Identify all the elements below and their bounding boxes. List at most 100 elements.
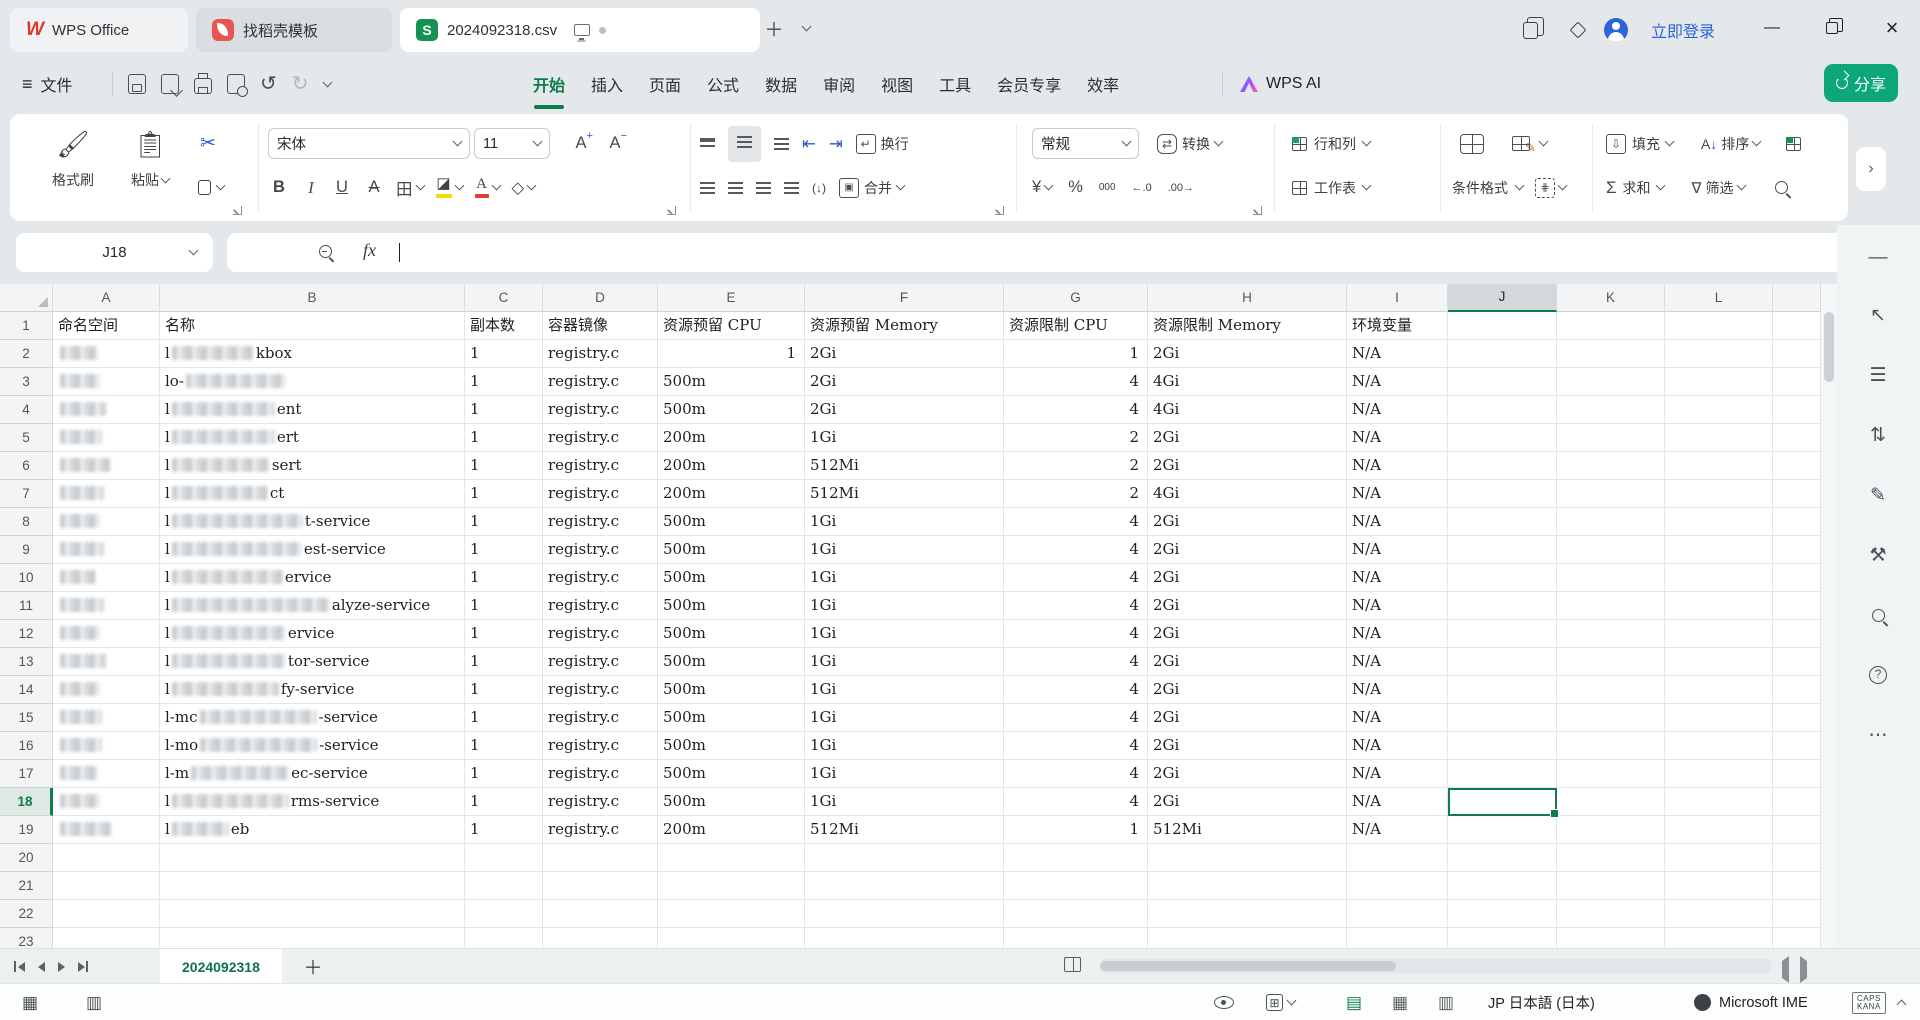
cell-E8[interactable]: 500m — [658, 508, 805, 536]
conditional-format-button[interactable]: 条件格式 — [1452, 178, 1508, 198]
quickbar-more-icon[interactable] — [322, 77, 332, 87]
cell-M15[interactable] — [1773, 704, 1821, 732]
cell-A7[interactable] — [53, 480, 160, 508]
cell-A9[interactable] — [53, 536, 160, 564]
cell-B10[interactable]: l ervice — [160, 564, 465, 592]
cell-J8[interactable] — [1448, 508, 1557, 536]
cell-D13[interactable]: registry.c — [543, 648, 658, 676]
cell-K9[interactable] — [1557, 536, 1665, 564]
thousand-separator-icon[interactable]: 000 — [1099, 182, 1116, 193]
cell-I19[interactable]: N/A — [1347, 816, 1448, 844]
cell-D21[interactable] — [543, 872, 658, 900]
cell-F19[interactable]: 512Mi — [805, 816, 1004, 844]
cell-F10[interactable]: 1Gi — [805, 564, 1004, 592]
cell-I12[interactable]: N/A — [1347, 620, 1448, 648]
row-header-8[interactable]: 8 — [0, 508, 53, 536]
cell-M17[interactable] — [1773, 760, 1821, 788]
cell-L18[interactable] — [1665, 788, 1773, 816]
number-launcher-icon[interactable] — [1253, 206, 1262, 215]
cell-L14[interactable] — [1665, 676, 1773, 704]
cell-A16[interactable] — [53, 732, 160, 760]
cell-I5[interactable]: N/A — [1347, 424, 1448, 452]
column-header-A[interactable]: A — [53, 284, 160, 312]
cell-D15[interactable]: registry.c — [543, 704, 658, 732]
cell-M23[interactable] — [1773, 928, 1821, 948]
cell-A23[interactable] — [53, 928, 160, 948]
cell-K15[interactable] — [1557, 704, 1665, 732]
cell-G16[interactable]: 4 — [1004, 732, 1148, 760]
cell-M21[interactable] — [1773, 872, 1821, 900]
row-header-23[interactable]: 23 — [0, 928, 53, 948]
cell-C14[interactable]: 1 — [465, 676, 543, 704]
cell-J10[interactable] — [1448, 564, 1557, 592]
underline-button[interactable]: U — [332, 178, 352, 197]
cell-I2[interactable]: N/A — [1347, 340, 1448, 368]
grid-settings-icon[interactable]: ⊞ — [1266, 984, 1297, 1020]
cell-B13[interactable]: l tor-service — [160, 648, 465, 676]
wrap-text-button[interactable]: ↵ 换行 — [855, 133, 909, 154]
menu-item-开始[interactable]: 开始 — [520, 66, 578, 109]
tab-wps-office[interactable]: W WPS Office — [10, 8, 188, 52]
cell-L19[interactable] — [1665, 816, 1773, 844]
spreadsheet-grid[interactable]: A B C D E F G H I J K L 1 命名空间 名称 副本数 容器镜像 资源预留 CPU 资源预留 M… — [0, 284, 1821, 948]
column-header-K[interactable]: K — [1557, 284, 1665, 312]
cell-L16[interactable] — [1665, 732, 1773, 760]
increase-font-icon[interactable]: A + — [564, 130, 598, 153]
cell-J20[interactable] — [1448, 844, 1557, 872]
borders-button[interactable]: 田 — [396, 176, 425, 200]
cell-B11[interactable]: l alyze-service — [160, 592, 465, 620]
rows-cols-button[interactable]: 行和列 — [1314, 134, 1356, 154]
fx-icon[interactable]: fx — [363, 240, 376, 261]
cell-C18[interactable]: 1 — [465, 788, 543, 816]
cell-K7[interactable] — [1557, 480, 1665, 508]
menu-item-公式[interactable]: 公式 — [694, 66, 752, 102]
cell-E4[interactable]: 500m — [658, 396, 805, 424]
cell-J6[interactable] — [1448, 452, 1557, 480]
save-icon[interactable] — [128, 74, 146, 94]
decrease-decimal-icon[interactable]: .00→ — [1168, 182, 1194, 194]
cell-K13[interactable] — [1557, 648, 1665, 676]
cell-E11[interactable]: 500m — [658, 592, 805, 620]
cell-E1[interactable]: 资源预留 CPU — [658, 312, 805, 340]
cell-B19[interactable]: l eb — [160, 816, 465, 844]
cell-F8[interactable]: 1Gi — [805, 508, 1004, 536]
ime-language-indicator[interactable]: JP 日本語 (日本) — [1488, 984, 1595, 1020]
align-left-icon[interactable] — [700, 181, 715, 194]
cell-G19[interactable]: 1 — [1004, 816, 1148, 844]
cell-M7[interactable] — [1773, 480, 1821, 508]
cell-D19[interactable]: registry.c — [543, 816, 658, 844]
cell-E21[interactable] — [658, 872, 805, 900]
column-header-D[interactable]: D — [543, 284, 658, 312]
cell-I18[interactable]: N/A — [1347, 788, 1448, 816]
cell-H2[interactable]: 2Gi — [1148, 340, 1347, 368]
cell-H18[interactable]: 2Gi — [1148, 788, 1347, 816]
cell-J23[interactable] — [1448, 928, 1557, 948]
cell-B22[interactable] — [160, 900, 465, 928]
cell-I14[interactable]: N/A — [1347, 676, 1448, 704]
row-header-21[interactable]: 21 — [0, 872, 53, 900]
first-sheet-icon[interactable] — [14, 961, 25, 972]
page-break-view-icon[interactable]: ▥ — [1438, 984, 1454, 1020]
present-monitor-icon[interactable] — [574, 24, 591, 40]
cell-I7[interactable]: N/A — [1347, 480, 1448, 508]
cell-L2[interactable] — [1665, 340, 1773, 368]
menu-item-视图[interactable]: 视图 — [868, 66, 926, 102]
cell-G6[interactable]: 2 — [1004, 452, 1148, 480]
cell-D22[interactable] — [543, 900, 658, 928]
cell-K21[interactable] — [1557, 872, 1665, 900]
cell-K11[interactable] — [1557, 592, 1665, 620]
cell-G3[interactable]: 4 — [1004, 368, 1148, 396]
page-layout-view-icon[interactable]: ▦ — [1392, 984, 1408, 1020]
cell-F13[interactable]: 1Gi — [805, 648, 1004, 676]
column-header-G[interactable]: G — [1004, 284, 1148, 312]
tab-list-button[interactable] — [792, 14, 820, 42]
select-all-corner[interactable] — [0, 284, 53, 312]
cell-M22[interactable] — [1773, 900, 1821, 928]
cut-button[interactable]: ✂ — [200, 125, 216, 162]
cell-G20[interactable] — [1004, 844, 1148, 872]
cell-G4[interactable]: 4 — [1004, 396, 1148, 424]
cell-B8[interactable]: l t-service — [160, 508, 465, 536]
cell-M4[interactable] — [1773, 396, 1821, 424]
cell-M10[interactable] — [1773, 564, 1821, 592]
row-header-13[interactable]: 13 — [0, 648, 53, 676]
